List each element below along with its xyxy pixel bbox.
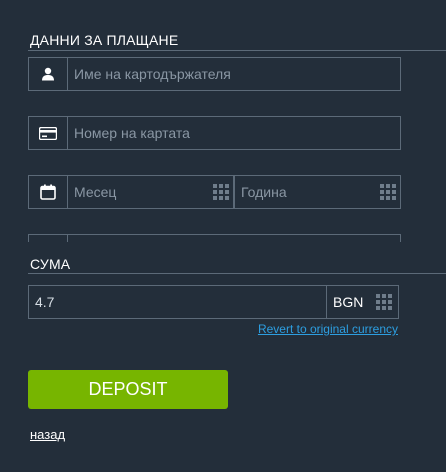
cvv-field-partial[interactable] (28, 234, 401, 242)
card-number-field[interactable]: Номер на картата (28, 116, 401, 150)
month-picker-grid-icon[interactable] (213, 184, 229, 200)
card-number-placeholder: Номер на картата (74, 125, 190, 141)
amount-section-title: СУМА (30, 256, 71, 272)
credit-card-icon (29, 117, 68, 149)
expiry-year-placeholder: Година (241, 184, 287, 200)
expiry-month-placeholder: Месец (74, 184, 117, 200)
calendar-icon (29, 176, 68, 208)
user-icon (29, 58, 68, 90)
payment-section-title: ДАННИ ЗА ПЛАЩАНЕ (30, 32, 179, 48)
expiry-month-field[interactable]: Месец (28, 175, 234, 209)
deposit-button[interactable]: DEPOSIT (28, 370, 228, 409)
cardholder-name-placeholder: Име на картодържателя (74, 66, 231, 82)
currency-label: BGN (333, 294, 364, 310)
back-link[interactable]: назад (30, 427, 65, 442)
revert-currency-link[interactable]: Revert to original currency (258, 322, 398, 336)
payment-section-divider (28, 50, 446, 51)
expiry-year-field[interactable]: Година (234, 175, 401, 209)
amount-section-divider (28, 273, 446, 274)
year-picker-grid-icon[interactable] (380, 184, 396, 200)
cardholder-name-field[interactable]: Име на картодържателя (28, 57, 401, 91)
amount-input[interactable]: 4.7 (29, 294, 326, 310)
amount-field[interactable]: 4.7 BGN (28, 285, 399, 319)
currency-selector[interactable]: BGN (326, 286, 398, 318)
currency-picker-grid-icon (376, 294, 392, 310)
